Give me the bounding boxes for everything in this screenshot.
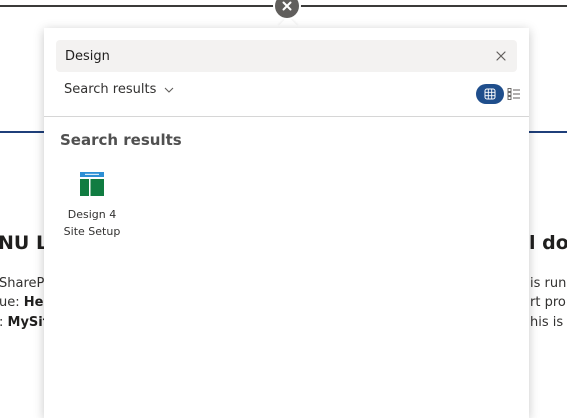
background-text-line: : MySit (0, 315, 49, 330)
filter-label: Search results (64, 82, 157, 97)
results-filter-dropdown[interactable]: Search results (64, 82, 174, 97)
search-panel: Search results Search results Des (44, 28, 529, 418)
site-design-icon (80, 172, 104, 196)
background-heading-left: NU L (0, 232, 49, 254)
grid-view-button[interactable] (476, 84, 504, 104)
result-tile-label: Design 4 Site Setup (63, 208, 121, 238)
list-view-icon[interactable] (507, 87, 521, 101)
view-toggle (476, 84, 521, 104)
divider (44, 116, 529, 117)
result-tile[interactable]: Design 4 Site Setup (56, 166, 128, 240)
background-text-line: is runn (530, 276, 567, 291)
grid-view-icon (484, 88, 496, 100)
dismiss-icon[interactable] (495, 50, 507, 62)
chevron-down-icon (164, 87, 174, 93)
close-panel-button[interactable] (275, 0, 299, 18)
close-icon (282, 1, 292, 11)
search-input[interactable] (56, 41, 485, 71)
background-text-line: his is V (530, 315, 567, 330)
search-box (56, 40, 517, 72)
background-text-line: rt prop (530, 295, 567, 310)
section-title: Search results (60, 131, 182, 149)
background-heading-right: l do (529, 232, 567, 254)
